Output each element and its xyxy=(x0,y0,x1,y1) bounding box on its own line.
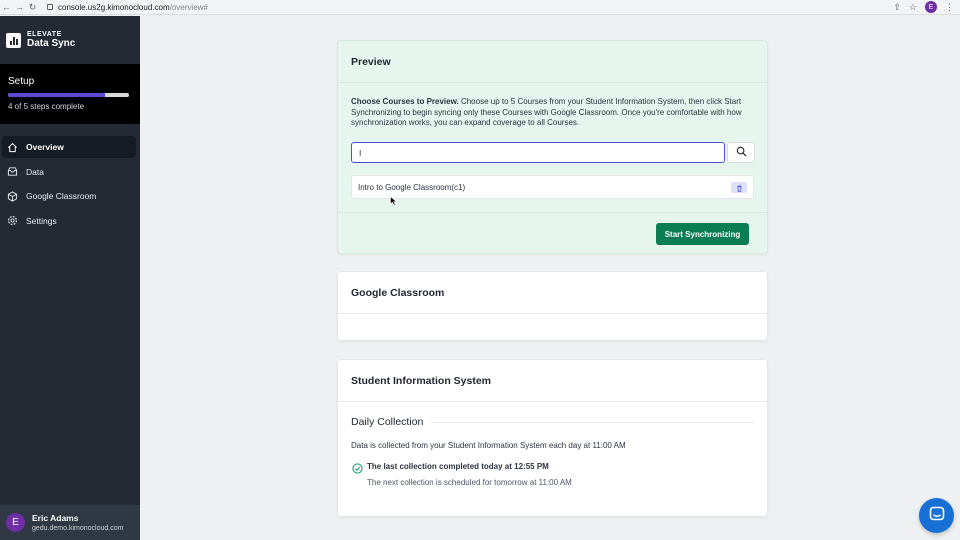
brand-name-top: ELEVATE xyxy=(27,31,62,38)
chat-launcher-button[interactable] xyxy=(919,498,954,533)
user-email: gedu.demo.kimonocloud.com xyxy=(32,525,124,532)
gear-icon xyxy=(6,215,18,227)
browser-toolbar: ← → ↻ console.us2g.kimonocloud.com/overv… xyxy=(0,0,960,15)
url-host: console.us2g.kimonocloud.com xyxy=(58,2,170,12)
sidebar-nav: Overview Data Google Classroom Settings xyxy=(0,136,140,232)
forward-icon[interactable]: → xyxy=(13,0,26,14)
kebab-menu-icon[interactable]: ⋮ xyxy=(945,2,954,13)
sidebar-item-google-classroom[interactable]: Google Classroom xyxy=(2,185,136,207)
brand[interactable]: ELEVATE Data Sync xyxy=(0,16,140,64)
database-icon xyxy=(6,166,18,178)
chat-icon xyxy=(928,505,946,526)
address-bar[interactable]: console.us2g.kimonocloud.com/overview# xyxy=(47,3,893,12)
share-icon[interactable]: ⇧ xyxy=(893,2,901,13)
browser-profile-avatar[interactable]: E xyxy=(925,1,937,13)
trash-icon xyxy=(736,180,743,195)
divider xyxy=(431,421,754,423)
daily-collection-title: Daily Collection xyxy=(351,416,424,428)
brand-name-bottom: Data Sync xyxy=(27,38,76,49)
last-collection-status: The last collection completed today at 1… xyxy=(338,450,767,474)
daily-collection-description: Data is collected from your Student Info… xyxy=(351,441,626,450)
remove-course-button[interactable] xyxy=(731,180,747,195)
google-classroom-card: Google Classroom xyxy=(337,271,768,341)
sidebar-item-label: Overview xyxy=(26,142,64,152)
user-profile[interactable]: E Eric Adams gedu.demo.kimonocloud.com xyxy=(0,505,140,540)
sis-card: Student Information System Daily Collect… xyxy=(337,359,768,517)
reload-icon[interactable]: ↻ xyxy=(26,0,39,14)
sidebar: ELEVATE Data Sync Setup 4 of 5 steps com… xyxy=(0,16,140,540)
brand-logo-icon xyxy=(6,32,21,48)
lock-icon xyxy=(47,4,53,10)
setup-progress-panel[interactable]: Setup 4 of 5 steps complete xyxy=(0,64,140,124)
preview-footer-divider xyxy=(338,212,767,213)
sidebar-item-settings[interactable]: Settings xyxy=(2,210,136,232)
course-search-input[interactable] xyxy=(351,142,725,163)
daily-collection-header: Daily Collection xyxy=(338,402,767,428)
url-path: /overview# xyxy=(169,2,208,12)
check-circle-icon xyxy=(352,461,363,474)
back-icon[interactable]: ← xyxy=(0,0,13,14)
sidebar-item-data[interactable]: Data xyxy=(2,161,136,183)
sidebar-item-overview[interactable]: Overview xyxy=(2,136,136,158)
setup-title: Setup xyxy=(8,76,35,87)
next-collection-text: The next collection is scheduled for tom… xyxy=(367,478,572,487)
cube-icon xyxy=(6,190,18,202)
preview-card: Preview Choose Courses to Preview. Choos… xyxy=(337,40,768,254)
user-name: Eric Adams xyxy=(32,513,79,523)
preview-description-bold: Choose Courses to Preview. xyxy=(351,97,459,106)
sidebar-item-label: Data xyxy=(26,166,44,177)
list-item: Intro to Google Classroom(c1) xyxy=(351,175,754,199)
star-icon[interactable]: ☆ xyxy=(909,2,917,13)
preview-description: Choose Courses to Preview. Choose up to … xyxy=(338,83,767,129)
search-icon xyxy=(736,145,747,160)
last-collection-text: The last collection completed today at 1… xyxy=(367,462,549,471)
start-synchronizing-button[interactable]: Start Synchronizing xyxy=(656,223,749,245)
setup-progress-fill xyxy=(8,93,105,97)
sis-title: Student Information System xyxy=(338,360,767,402)
sidebar-item-label: Google Classroom xyxy=(26,191,97,202)
course-search-row xyxy=(351,142,755,163)
setup-steps-label: 4 of 5 steps complete xyxy=(8,102,85,111)
avatar: E xyxy=(6,513,25,532)
setup-progress-bar xyxy=(8,93,129,97)
preview-title: Preview xyxy=(338,41,767,83)
mouse-cursor-icon xyxy=(390,193,398,206)
search-button[interactable] xyxy=(727,142,755,163)
sidebar-item-label: Settings xyxy=(26,215,57,226)
home-icon xyxy=(6,141,18,153)
course-name: Intro to Google Classroom(c1) xyxy=(358,182,466,192)
google-classroom-title: Google Classroom xyxy=(338,272,767,314)
